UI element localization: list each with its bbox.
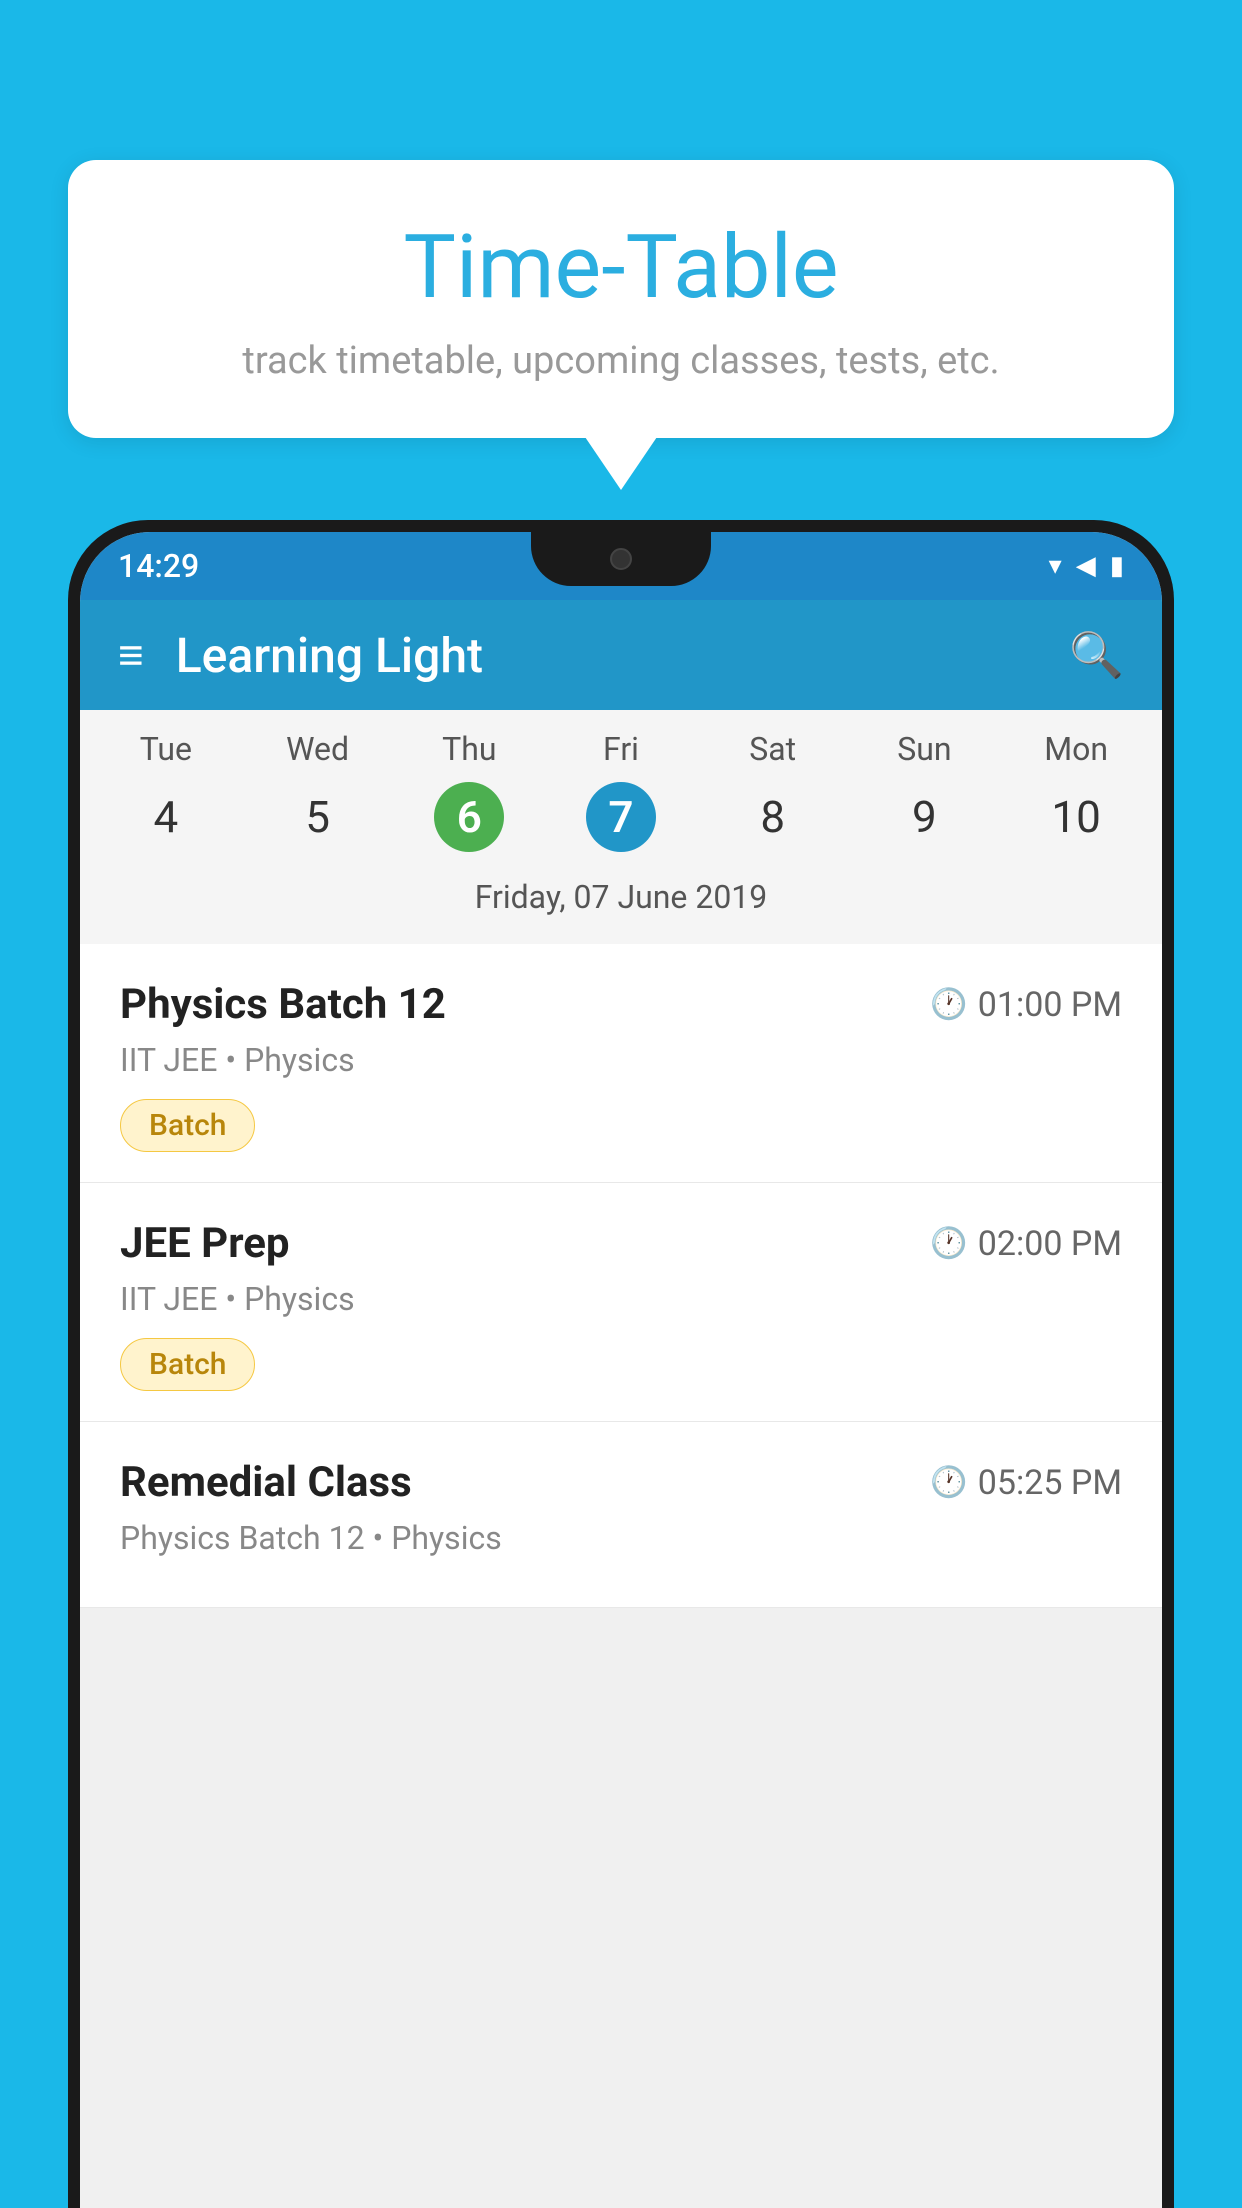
speech-bubble-container: Time-Table track timetable, upcoming cla… xyxy=(68,160,1174,438)
phone-inner: 14:29 ▾ ◀ ▮ ≡ Learning Light 🔍 Tue Wed T… xyxy=(80,532,1162,2208)
day-6-today[interactable]: 6 xyxy=(434,782,504,852)
batch-badge-0: Batch xyxy=(120,1099,255,1152)
schedule-item-1[interactable]: JEE Prep 🕐 02:00 PM IIT JEE • Physics Ba… xyxy=(80,1183,1162,1422)
phone-mockup: 14:29 ▾ ◀ ▮ ≡ Learning Light 🔍 Tue Wed T… xyxy=(68,520,1174,2208)
schedule-item-0-title: Physics Batch 12 xyxy=(120,980,446,1029)
camera-dot xyxy=(610,548,632,570)
app-bar: ≡ Learning Light 🔍 xyxy=(80,600,1162,710)
signal-icon: ◀ xyxy=(1076,551,1096,581)
schedule-item-0[interactable]: Physics Batch 12 🕐 01:00 PM IIT JEE • Ph… xyxy=(80,944,1162,1183)
status-time: 14:29 xyxy=(118,547,199,585)
day-8[interactable]: 8 xyxy=(738,782,808,852)
bubble-subtitle: track timetable, upcoming classes, tests… xyxy=(118,339,1124,383)
day-numbers-row: 4 5 6 7 8 9 10 xyxy=(90,782,1152,852)
battery-icon: ▮ xyxy=(1110,551,1124,581)
schedule-item-2-header: Remedial Class 🕐 05:25 PM xyxy=(120,1458,1122,1507)
schedule-item-0-header: Physics Batch 12 🕐 01:00 PM xyxy=(120,980,1122,1029)
schedule-item-1-time: 🕐 02:00 PM xyxy=(930,1224,1122,1264)
day-9[interactable]: 9 xyxy=(889,782,959,852)
calendar-strip: Tue Wed Thu Fri Sat Sun Mon 4 5 6 7 8 9 … xyxy=(80,710,1162,944)
clock-icon-0: 🕐 xyxy=(930,987,967,1022)
day-name-5: Sun xyxy=(849,730,1001,768)
day-name-6: Mon xyxy=(1000,730,1152,768)
bubble-title: Time-Table xyxy=(118,220,1124,317)
speech-bubble: Time-Table track timetable, upcoming cla… xyxy=(68,160,1174,438)
schedule-item-1-subtitle: IIT JEE • Physics xyxy=(120,1280,1122,1318)
schedule-item-2-title: Remedial Class xyxy=(120,1458,412,1507)
day-5[interactable]: 5 xyxy=(283,782,353,852)
schedule-item-0-subtitle: IIT JEE • Physics xyxy=(120,1041,1122,1079)
wifi-icon: ▾ xyxy=(1049,551,1062,581)
day-name-1: Wed xyxy=(242,730,394,768)
schedule-item-0-time: 🕐 01:00 PM xyxy=(930,985,1122,1025)
batch-badge-1: Batch xyxy=(120,1338,255,1391)
status-icons: ▾ ◀ ▮ xyxy=(1049,551,1124,581)
schedule-list: Physics Batch 12 🕐 01:00 PM IIT JEE • Ph… xyxy=(80,944,1162,1608)
day-7-selected[interactable]: 7 xyxy=(586,782,656,852)
schedule-item-2[interactable]: Remedial Class 🕐 05:25 PM Physics Batch … xyxy=(80,1422,1162,1608)
day-10[interactable]: 10 xyxy=(1041,782,1111,852)
selected-date-label: Friday, 07 June 2019 xyxy=(90,868,1152,934)
day-4[interactable]: 4 xyxy=(131,782,201,852)
app-title: Learning Light xyxy=(176,627,1070,684)
day-name-3: Fri xyxy=(545,730,697,768)
day-name-2: Thu xyxy=(393,730,545,768)
schedule-item-2-subtitle: Physics Batch 12 • Physics xyxy=(120,1519,1122,1557)
schedule-item-2-time: 🕐 05:25 PM xyxy=(930,1463,1122,1503)
search-icon[interactable]: 🔍 xyxy=(1069,629,1124,681)
hamburger-icon[interactable]: ≡ xyxy=(118,633,144,677)
phone-notch xyxy=(531,532,711,586)
day-name-4: Sat xyxy=(697,730,849,768)
day-names-row: Tue Wed Thu Fri Sat Sun Mon xyxy=(90,730,1152,768)
day-name-0: Tue xyxy=(90,730,242,768)
schedule-item-1-title: JEE Prep xyxy=(120,1219,290,1268)
schedule-item-1-header: JEE Prep 🕐 02:00 PM xyxy=(120,1219,1122,1268)
clock-icon-1: 🕐 xyxy=(930,1226,967,1261)
clock-icon-2: 🕐 xyxy=(930,1465,967,1500)
